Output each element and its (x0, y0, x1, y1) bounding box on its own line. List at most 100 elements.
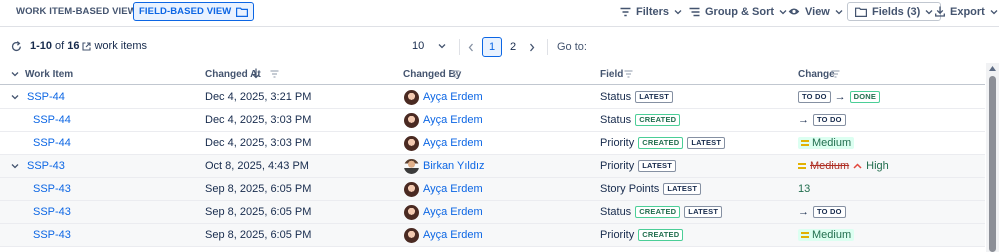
latest-badge: LATEST (663, 183, 702, 195)
changed-at: Sep 8, 2025, 6:05 PM (205, 229, 312, 241)
user-name: Ayça Erdem (423, 229, 483, 241)
user-name: Ayça Erdem (423, 183, 483, 195)
download-icon (935, 6, 945, 17)
changed-by[interactable]: Ayça Erdem (404, 178, 483, 200)
field-based-view-button[interactable]: FIELD-BASED VIEW (133, 2, 255, 21)
field-name: Story Points (600, 183, 660, 195)
table-row[interactable]: SSP-44 Dec 4, 2025, 3:03 PM Ayça Erdem P… (0, 132, 985, 155)
collapse-all-icon[interactable] (11, 71, 19, 77)
eye-icon (788, 8, 800, 15)
user-name: Ayça Erdem (423, 206, 483, 218)
priority-medium-icon (801, 232, 809, 238)
created-badge: CREATED (638, 137, 684, 149)
table-row[interactable]: SSP-43 Oct 8, 2025, 4:43 PM Birkan Yıldı… (0, 155, 985, 178)
result-of: of (55, 40, 65, 52)
chevron-left-icon[interactable] (468, 43, 474, 52)
page-size-select[interactable]: 10 (412, 40, 446, 52)
chevron-down-icon (990, 9, 998, 14)
refresh-icon[interactable] (11, 41, 22, 52)
field-cell: Priority LATEST (600, 155, 677, 177)
field-name: Status (600, 114, 632, 126)
fields-icon (855, 7, 867, 17)
filters-button[interactable]: Filters (620, 2, 682, 21)
column-filter-icon[interactable] (624, 70, 633, 78)
changed-at: Sep 8, 2025, 6:05 PM (205, 206, 312, 218)
export-button[interactable]: Export (935, 2, 998, 21)
chevron-right-icon[interactable] (529, 43, 535, 52)
work-item-link[interactable]: SSP-44 (33, 109, 71, 131)
changed-by[interactable]: Ayça Erdem (404, 109, 483, 131)
arrow-right-icon: → (834, 91, 846, 103)
table-row[interactable]: SSP-44 Dec 4, 2025, 3:03 PM Ayça Erdem S… (0, 109, 985, 132)
field-cell: Status LATEST (600, 86, 673, 108)
column-filter-icon[interactable] (831, 70, 840, 78)
changed-at: Oct 8, 2025, 4:43 PM (205, 160, 309, 172)
field-cell: Status CREATED LATEST (600, 201, 723, 223)
column-filter-icon[interactable] (270, 70, 279, 78)
priority-medium-icon (798, 163, 806, 169)
chevron-down-icon (779, 9, 787, 14)
group-sort-button[interactable]: Group & Sort (689, 2, 787, 21)
changed-by[interactable]: Ayça Erdem (404, 201, 483, 223)
fields-label: Fields (3) (872, 5, 921, 18)
group-toggle[interactable] (11, 86, 19, 108)
column-work-item[interactable]: Work Item (25, 69, 73, 80)
table-row[interactable]: SSP-43 Sep 8, 2025, 6:05 PM Ayça Erdem S… (0, 178, 985, 201)
field-name: Status (600, 206, 632, 218)
table-row[interactable]: SSP-44 Dec 4, 2025, 3:21 PM Ayça Erdem S… (0, 86, 985, 109)
change-cell: → TO DO (798, 109, 846, 131)
priority-label: Medium (812, 229, 852, 241)
user-name: Ayça Erdem (423, 114, 483, 126)
status-to-lozenge: TO DO (813, 114, 846, 126)
status-to-lozenge: DONE (849, 91, 881, 103)
external-link-icon[interactable] (82, 41, 92, 51)
fields-button[interactable]: Fields (3) (847, 2, 942, 21)
created-badge: CREATED (638, 229, 684, 241)
status-from-lozenge: TO DO (798, 91, 831, 103)
work-item-link[interactable]: SSP-43 (27, 155, 65, 177)
export-label: Export (950, 5, 985, 18)
work-item-link[interactable]: SSP-43 (33, 178, 71, 200)
priority-medium-icon (801, 140, 809, 146)
column-change[interactable]: Change (798, 69, 835, 80)
changed-by[interactable]: Ayça Erdem (404, 224, 483, 246)
result-count: 1-10 of 16 work items (30, 40, 147, 52)
work-item-link[interactable]: SSP-44 (27, 86, 65, 108)
changed-by[interactable]: Ayça Erdem (404, 86, 483, 108)
field-cell: Status CREATED (600, 109, 681, 131)
user-name: Ayça Erdem (423, 91, 483, 103)
work-item-based-view-label: WORK ITEM-BASED VIEW (16, 6, 137, 17)
group-toggle[interactable] (11, 155, 19, 177)
user-name: Birkan Yıldız (423, 160, 485, 172)
latest-badge: LATEST (635, 91, 673, 103)
changed-by[interactable]: Birkan Yıldız (404, 155, 485, 177)
field-cell: Priority CREATED LATEST (600, 132, 726, 154)
result-range: 1-10 (30, 40, 53, 52)
field-cell: Priority CREATED (600, 224, 684, 246)
column-filter-icon[interactable] (451, 70, 460, 78)
avatar (404, 181, 419, 197)
sort-descending-icon[interactable] (252, 68, 260, 79)
work-item-link[interactable]: SSP-44 (33, 132, 71, 154)
avatar (404, 89, 419, 105)
chevron-down-icon (674, 9, 682, 14)
latest-badge: LATEST (684, 206, 723, 218)
table-row[interactable]: SSP-43 Sep 8, 2025, 6:05 PM Ayça Erdem P… (0, 224, 985, 247)
table-row[interactable]: SSP-43 Sep 8, 2025, 6:05 PM Ayça Erdem S… (0, 201, 985, 224)
changed-at: Dec 4, 2025, 3:03 PM (205, 137, 312, 149)
chevron-down-icon (835, 9, 843, 14)
page-2-button[interactable]: 2 (506, 37, 520, 57)
scrollbar-thumb[interactable] (989, 76, 996, 252)
story-points-value: 13 (798, 183, 811, 195)
folder-icon (236, 7, 249, 17)
filters-label: Filters (636, 5, 670, 18)
changed-by[interactable]: Ayça Erdem (404, 132, 483, 154)
work-item-link[interactable]: SSP-43 (33, 224, 71, 246)
avatar (404, 204, 419, 220)
vertical-scrollbar[interactable] (986, 63, 999, 252)
column-field[interactable]: Field (600, 69, 623, 80)
page-1-button[interactable]: 1 (482, 37, 502, 57)
work-item-link[interactable]: SSP-43 (33, 201, 71, 223)
view-menu-button[interactable]: View (788, 2, 843, 21)
scroll-up-icon[interactable] (989, 66, 996, 71)
